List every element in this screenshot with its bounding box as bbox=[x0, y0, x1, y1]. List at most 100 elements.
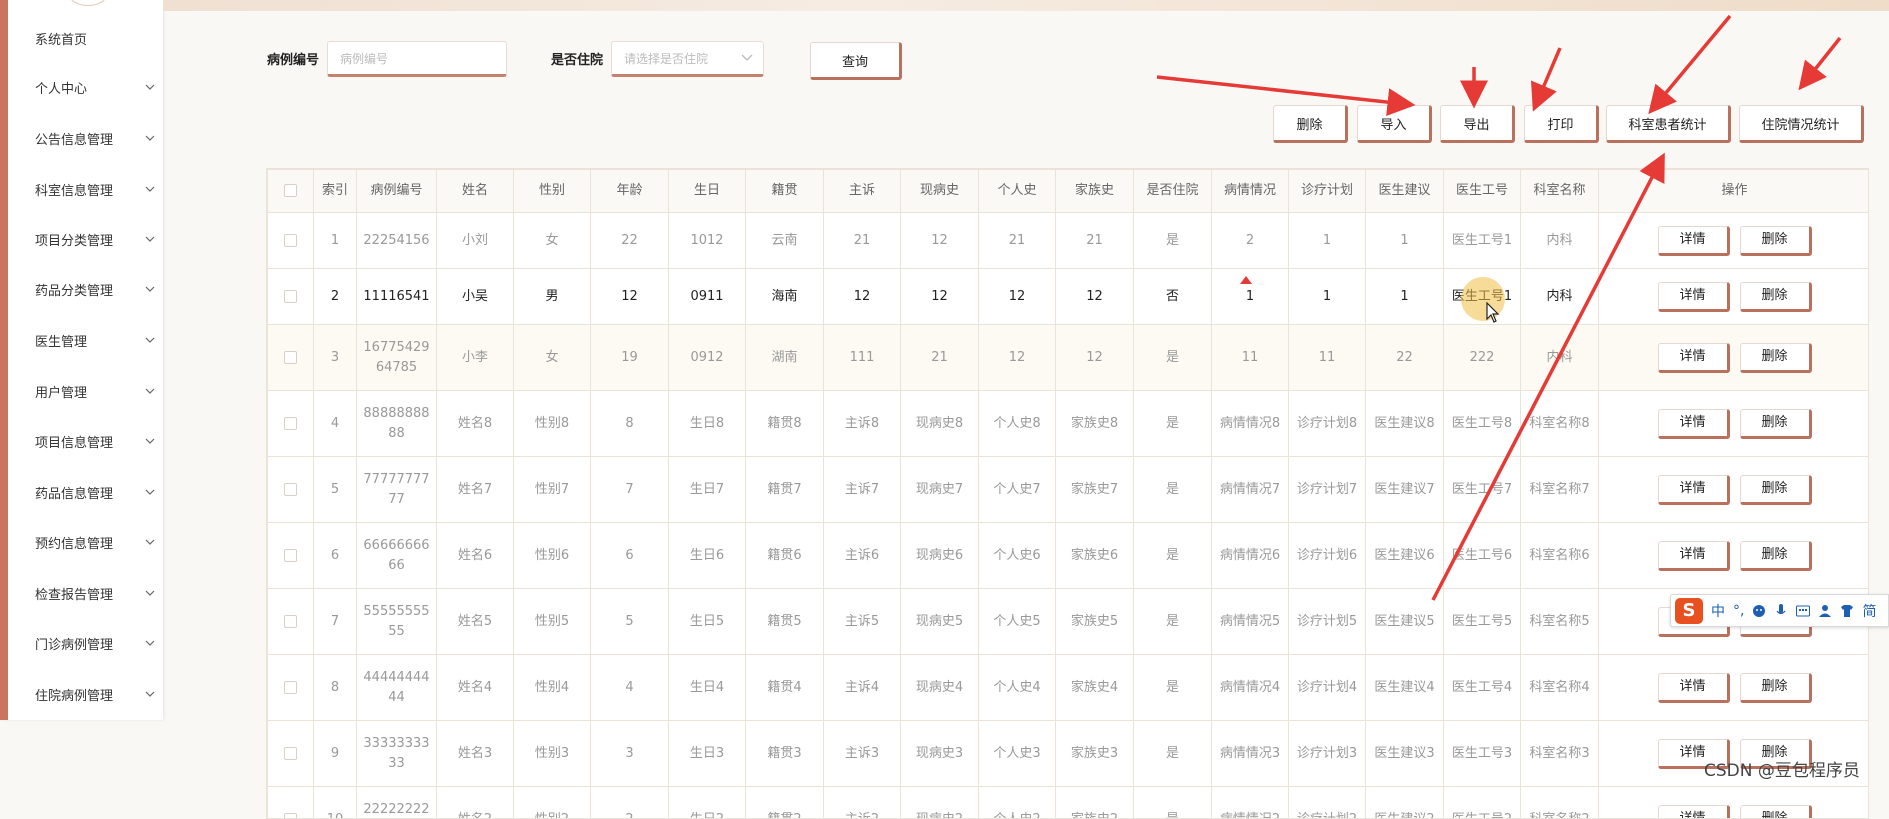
emoji-icon[interactable] bbox=[1752, 604, 1766, 618]
sidebar-item[interactable]: 预约信息管理 bbox=[35, 528, 161, 556]
table-cell: 1 bbox=[1288, 268, 1366, 325]
microphone-icon[interactable] bbox=[1774, 603, 1788, 618]
detail-button[interactable]: 详情 bbox=[1657, 474, 1730, 505]
row-select-cell[interactable] bbox=[267, 588, 314, 655]
row-select-cell[interactable] bbox=[267, 720, 314, 787]
inpatient-stats-button[interactable]: 住院情况统计 bbox=[1739, 105, 1864, 143]
row-delete-button[interactable]: 删除 bbox=[1739, 474, 1812, 505]
table-cell: 1 bbox=[313, 212, 357, 269]
keyboard-icon[interactable] bbox=[1796, 604, 1811, 618]
table-cell: 姓名8 bbox=[436, 390, 514, 457]
row-delete-button[interactable]: 删除 bbox=[1739, 408, 1812, 439]
row-delete-button[interactable]: 删除 bbox=[1739, 804, 1812, 818]
table-row: 4 8888888888 姓名8 性别8 8 生日8 籍贯8 主诉8 现病史8 个人史8 家族史8 是… bbox=[267, 390, 1868, 457]
sidebar-item[interactable]: 项目信息管理 bbox=[35, 427, 161, 455]
row-checkbox[interactable] bbox=[284, 680, 297, 694]
detail-button[interactable]: 详情 bbox=[1657, 672, 1730, 703]
import-button[interactable]: 导入 bbox=[1357, 105, 1432, 143]
column-header: 病例编号 bbox=[356, 169, 437, 213]
detail-button[interactable]: 详情 bbox=[1657, 281, 1730, 312]
sidebar-item-label: 药品分类管理 bbox=[35, 283, 114, 299]
row-select-cell[interactable] bbox=[267, 456, 314, 523]
row-checkbox[interactable] bbox=[284, 233, 297, 247]
row-checkbox[interactable] bbox=[284, 812, 297, 818]
row-checkbox[interactable] bbox=[284, 289, 297, 303]
table-cell: 性别2 bbox=[513, 786, 591, 818]
table-cell: 小李 bbox=[436, 324, 514, 391]
row-select-cell[interactable] bbox=[267, 390, 314, 457]
sidebar-item[interactable]: 项目分类管理 bbox=[35, 225, 161, 253]
sidebar-item[interactable]: 用户管理 bbox=[35, 377, 161, 405]
row-delete-button[interactable]: 删除 bbox=[1739, 342, 1812, 373]
row-delete-button[interactable]: 删除 bbox=[1739, 281, 1812, 312]
table-cell: 22 bbox=[590, 212, 669, 269]
ime-mode[interactable]: 中 bbox=[1711, 601, 1725, 621]
sidebar-item[interactable]: 系统首页 bbox=[35, 24, 161, 52]
row-checkbox[interactable] bbox=[284, 746, 297, 760]
ime-simplified[interactable]: 简 bbox=[1862, 601, 1876, 621]
detail-button[interactable]: 详情 bbox=[1657, 225, 1730, 256]
select-all-cell[interactable] bbox=[267, 169, 314, 213]
sidebar-item[interactable]: 药品分类管理 bbox=[35, 275, 161, 303]
sidebar-item[interactable]: 医生管理 bbox=[35, 326, 161, 354]
delete-button[interactable]: 删除 bbox=[1273, 105, 1348, 143]
row-checkbox[interactable] bbox=[284, 614, 297, 628]
row-checkbox[interactable] bbox=[284, 482, 297, 496]
row-select-cell[interactable] bbox=[267, 654, 314, 721]
table-cell: 是 bbox=[1133, 390, 1212, 457]
dept-stats-button[interactable]: 科室患者统计 bbox=[1606, 105, 1731, 143]
sidebar-item[interactable]: 科室信息管理 bbox=[35, 175, 161, 203]
ime-punct[interactable]: °, bbox=[1733, 603, 1744, 619]
ime-toolbar[interactable]: S 中 °, 简 bbox=[1670, 594, 1889, 627]
sidebar-item[interactable]: 门诊病例管理 bbox=[35, 629, 161, 657]
sidebar-item[interactable]: 公告信息管理 bbox=[35, 124, 161, 152]
detail-button[interactable]: 详情 bbox=[1657, 540, 1730, 571]
row-select-cell[interactable] bbox=[267, 212, 314, 269]
export-button[interactable]: 导出 bbox=[1440, 105, 1515, 143]
row-checkbox[interactable] bbox=[284, 416, 297, 430]
select-all-checkbox[interactable] bbox=[284, 184, 297, 197]
ime-logo[interactable]: S bbox=[1675, 597, 1703, 624]
table-cell: 主诉3 bbox=[823, 720, 901, 787]
row-delete-button[interactable]: 删除 bbox=[1739, 672, 1812, 703]
table-cell: 籍贯3 bbox=[745, 720, 824, 787]
table-cell: 7 bbox=[590, 456, 669, 523]
detail-button[interactable]: 详情 bbox=[1657, 408, 1730, 439]
table-cell: 医生工号8 bbox=[1443, 390, 1521, 457]
skin-icon[interactable] bbox=[1840, 604, 1854, 618]
table-cell: 主诉4 bbox=[823, 654, 901, 721]
table-cell: 生日3 bbox=[668, 720, 746, 787]
row-select-cell[interactable] bbox=[267, 522, 314, 589]
table-cell: 医生工号2 bbox=[1443, 786, 1521, 818]
row-actions: 详情删除 bbox=[1598, 786, 1868, 818]
row-select-cell[interactable] bbox=[267, 324, 314, 391]
sidebar-item[interactable]: 住院病例管理 bbox=[35, 680, 161, 708]
chevron-down-icon bbox=[145, 335, 155, 345]
row-checkbox[interactable] bbox=[284, 548, 297, 562]
row-delete-button[interactable]: 删除 bbox=[1739, 225, 1812, 256]
query-button[interactable]: 查询 bbox=[810, 42, 902, 80]
table-cell: 是 bbox=[1133, 522, 1212, 589]
sidebar-item[interactable]: 个人中心 bbox=[35, 73, 161, 101]
hospitalized-select[interactable]: 请选择是否住院 bbox=[611, 41, 764, 77]
detail-button[interactable]: 详情 bbox=[1657, 342, 1730, 373]
sidebar-item-label: 门诊病例管理 bbox=[35, 637, 114, 653]
print-button[interactable]: 打印 bbox=[1524, 105, 1599, 143]
table-cell: 生日7 bbox=[668, 456, 746, 523]
row-delete-button[interactable]: 删除 bbox=[1739, 540, 1812, 571]
detail-button[interactable]: 详情 bbox=[1657, 804, 1730, 818]
row-select-cell[interactable] bbox=[267, 786, 314, 818]
row-checkbox[interactable] bbox=[284, 350, 297, 364]
logo bbox=[68, 0, 108, 6]
table-cell: 0911 bbox=[668, 268, 746, 325]
user-icon[interactable] bbox=[1818, 604, 1832, 618]
sidebar-item[interactable]: 药品信息管理 bbox=[35, 478, 161, 506]
case-no-input[interactable]: 病例编号 bbox=[327, 41, 507, 77]
table-cell: 湖南 bbox=[745, 324, 824, 391]
table-cell: 病情情况3 bbox=[1211, 720, 1289, 787]
sidebar-item[interactable]: 检查报告管理 bbox=[35, 579, 161, 607]
table-cell: 医生工号7 bbox=[1443, 456, 1521, 523]
table-cell: 1677542964785 bbox=[356, 324, 437, 391]
arrow-print bbox=[1530, 47, 1562, 112]
row-select-cell[interactable] bbox=[267, 268, 314, 325]
